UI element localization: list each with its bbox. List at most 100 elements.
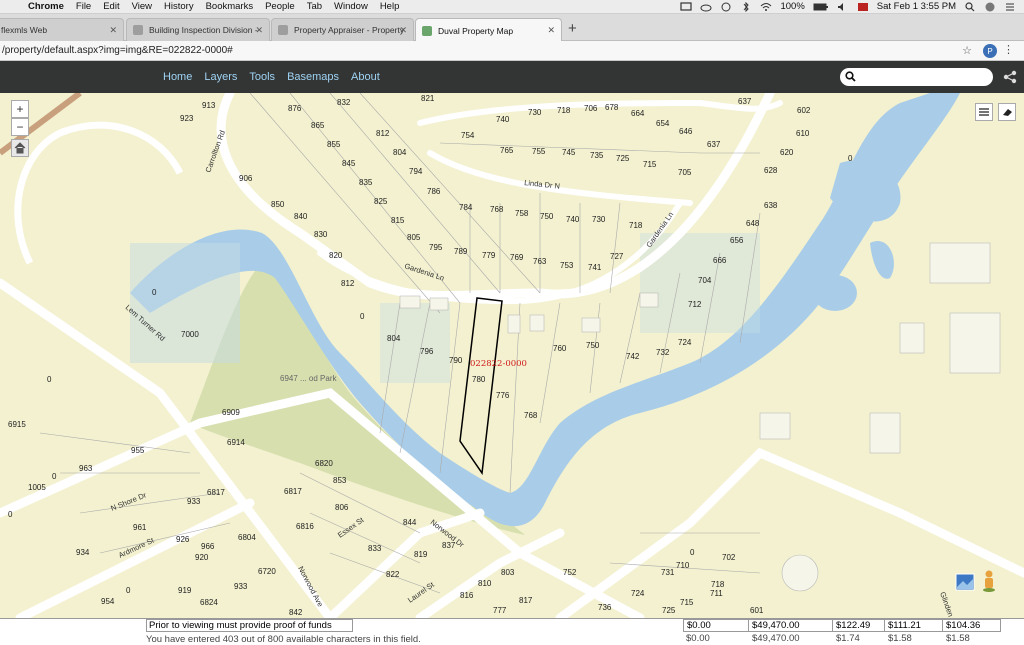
road-linda — [417, 99, 783, 126]
parcel-number-label: 730 — [592, 215, 606, 224]
parcel-number-label: 6909 — [222, 408, 240, 417]
tab-flexmls[interactable]: flexmls Web ✕ — [0, 18, 124, 41]
street-view-pegman-icon[interactable] — [982, 570, 996, 592]
parcel-number-label: 920 — [195, 553, 209, 562]
parcel-number-label: 638 — [764, 201, 778, 210]
parcel-number-label: 0 — [360, 312, 365, 321]
parcel-number-label: 628 — [764, 166, 778, 175]
table-cell: $111.21 — [885, 619, 943, 632]
menu-tab[interactable]: Tab — [301, 1, 328, 12]
remarks-text[interactable]: Prior to viewing must provide proof of f… — [146, 619, 353, 632]
parcel-number-label: 819 — [414, 550, 428, 559]
tab-building-inspection[interactable]: Building Inspection Division - ✕ — [126, 18, 270, 41]
parcel-number-label: 923 — [180, 114, 194, 123]
close-icon[interactable]: ✕ — [547, 25, 555, 36]
new-tab-button[interactable]: + — [568, 20, 577, 37]
url-field[interactable]: /property/default.aspx?img=img&RE=022822… — [0, 45, 233, 56]
parcel-number-label: 876 — [288, 104, 302, 113]
parcel-number-label: 0 — [47, 375, 52, 384]
map-basemap[interactable]: 022822-0000 6947 ... od Park Carrollton … — [0, 93, 1024, 618]
bookmark-star-icon[interactable]: ☆ — [962, 44, 972, 57]
time-machine-icon[interactable] — [720, 2, 732, 12]
nav-about[interactable]: About — [351, 71, 380, 83]
parcel-number-label: 656 — [730, 236, 744, 245]
legend-button[interactable] — [975, 103, 993, 121]
parcel-number-label: 933 — [234, 582, 248, 591]
tax-table-row: $0.00 $49,470.00 $122.49 $111.21 $104.36 — [683, 619, 1001, 632]
parcel-number-label: 732 — [656, 348, 670, 357]
home-extent-button[interactable] — [11, 139, 29, 157]
display-icon[interactable] — [680, 1, 693, 12]
share-icon[interactable] — [1003, 70, 1017, 84]
menu-people[interactable]: People — [259, 1, 301, 12]
nav-home[interactable]: Home — [163, 71, 192, 83]
menubar-clock[interactable]: Sat Feb 1 3:55 PM — [877, 1, 956, 12]
parcel-number-label: 6817 — [284, 487, 302, 496]
wifi-icon[interactable] — [760, 2, 772, 12]
browser-tab-strip: flexmls Web ✕ Building Inspection Divisi… — [0, 14, 1024, 42]
parcel-number-label: 926 — [176, 535, 190, 544]
nav-layers[interactable]: Layers — [204, 71, 237, 83]
wetland-area — [130, 243, 240, 363]
parcel-number-label: 765 — [500, 146, 514, 155]
zoom-in-button[interactable]: + — [11, 100, 29, 118]
menu-view[interactable]: View — [126, 1, 158, 12]
bluetooth-icon[interactable] — [740, 1, 752, 12]
menu-bookmarks[interactable]: Bookmarks — [200, 1, 260, 12]
parcel-number-label: 804 — [387, 334, 401, 343]
parcel-number-label: 637 — [707, 140, 721, 149]
parcel-number-label: 0 — [126, 586, 131, 595]
menu-edit[interactable]: Edit — [97, 1, 125, 12]
parcel-number-label: 0 — [52, 472, 57, 481]
parcel-number-label: 805 — [407, 233, 421, 242]
map-search-input[interactable] — [840, 68, 993, 86]
interchange-ramp — [14, 121, 184, 265]
parcel-number-label: 842 — [289, 608, 303, 617]
close-icon[interactable]: ✕ — [399, 25, 407, 36]
basemap-toggle-icon[interactable] — [955, 573, 975, 591]
notification-center-icon[interactable] — [1004, 2, 1016, 12]
parcel-number-label: 702 — [722, 553, 736, 562]
parcel-number-label: 806 — [335, 503, 349, 512]
building — [507, 314, 521, 334]
menu-history[interactable]: History — [158, 1, 200, 12]
flag-icon[interactable] — [857, 2, 869, 12]
parcel-number-label: 840 — [294, 212, 308, 221]
close-icon[interactable]: ✕ — [255, 25, 263, 36]
battery-icon[interactable] — [813, 2, 829, 12]
menu-help[interactable]: Help — [374, 1, 406, 12]
parcel-number-label: 724 — [631, 589, 645, 598]
user-avatar-icon[interactable] — [984, 2, 996, 12]
nav-basemaps[interactable]: Basemaps — [287, 71, 339, 83]
close-icon[interactable]: ✕ — [109, 25, 117, 36]
menu-window[interactable]: Window — [328, 1, 374, 12]
property-map[interactable]: 022822-0000 6947 ... od Park Carrollton … — [0, 93, 1024, 618]
parcel-number-label: 7000 — [181, 330, 199, 339]
road-laurel — [415, 528, 565, 618]
tab-duval-property-map[interactable]: Duval Property Map ✕ — [415, 18, 562, 42]
volume-icon[interactable] — [837, 2, 849, 12]
cloud-icon[interactable] — [700, 2, 712, 12]
parcel-number-label: 812 — [341, 279, 355, 288]
parcel-number-label: 844 — [403, 518, 417, 527]
parcel-number-label: 821 — [421, 94, 435, 103]
parcel-number-label: 777 — [493, 606, 507, 615]
nav-tools[interactable]: Tools — [249, 71, 275, 83]
parcel-number-label: 602 — [797, 106, 811, 115]
macos-menubar: Chrome File Edit View History Bookmarks … — [0, 0, 1024, 14]
road-east — [555, 447, 1024, 618]
profile-avatar[interactable]: P — [983, 44, 997, 58]
menu-app-name[interactable]: Chrome — [22, 1, 70, 12]
parcel-number-label: 845 — [342, 159, 356, 168]
tab-property-appraiser[interactable]: Property Appraiser - Property ✕ — [271, 18, 414, 41]
tab-title: Duval Property Map — [438, 25, 514, 36]
building — [781, 554, 819, 592]
browser-menu-icon[interactable]: ⋮ — [1003, 43, 1014, 56]
spotlight-icon[interactable] — [964, 1, 976, 12]
eraser-button[interactable] — [998, 103, 1016, 121]
zoom-out-button[interactable]: − — [11, 118, 29, 136]
menu-file[interactable]: File — [70, 1, 97, 12]
parcel-number-label: 750 — [586, 341, 600, 350]
parcel-number-label: 832 — [337, 98, 351, 107]
table-cell: $122.49 — [833, 619, 885, 632]
